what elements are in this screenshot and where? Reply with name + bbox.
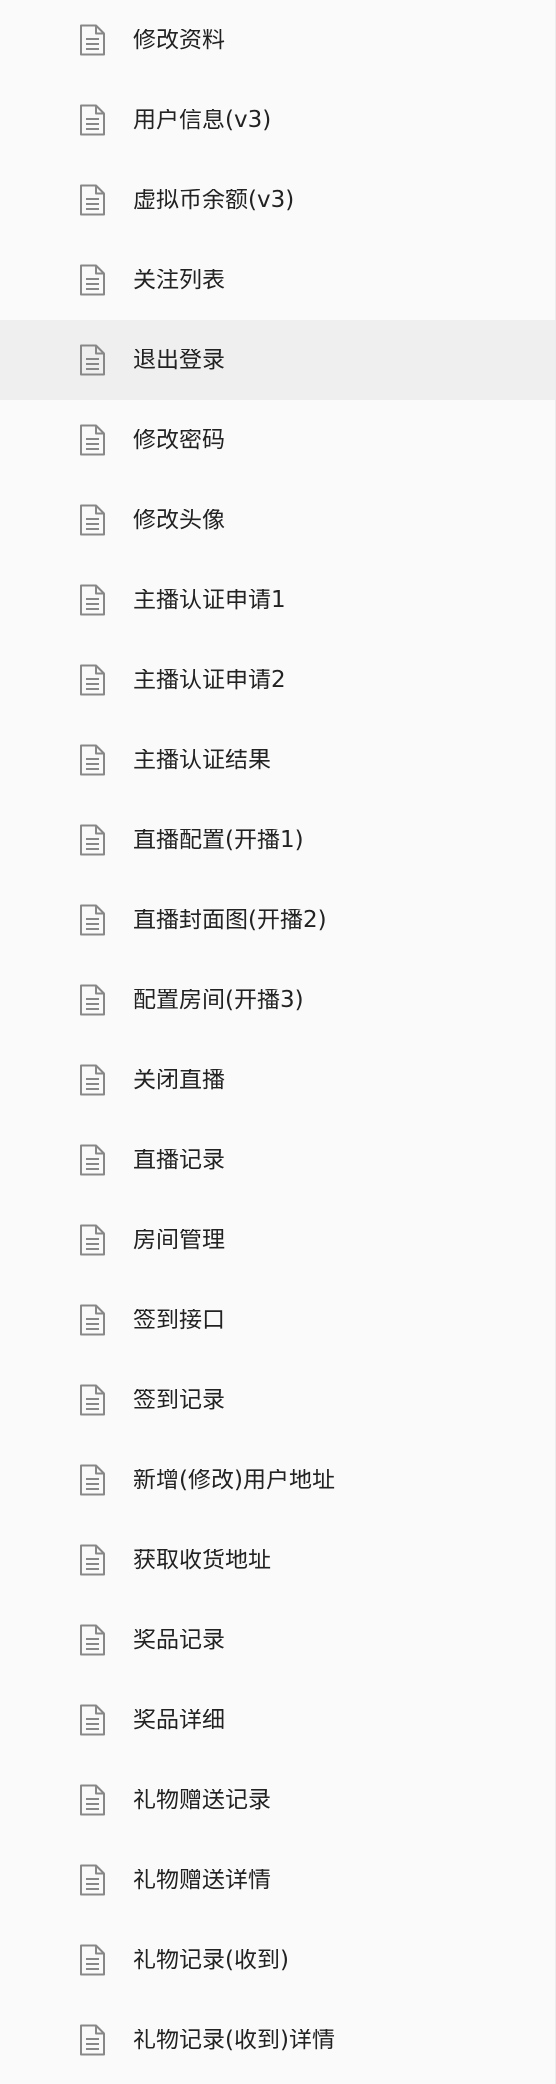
document-icon [80,1864,105,1896]
sidebar-item-label: 房间管理 [133,1228,225,1252]
sidebar-item-label: 用户信息(v3) [133,108,272,132]
document-icon [80,1464,105,1496]
sidebar-item-label: 直播记录 [133,1148,225,1172]
document-icon [80,1704,105,1736]
sidebar-item-anchor-cert-apply-1[interactable]: 主播认证申请1 [0,560,555,640]
sidebar-item-user-info-v3[interactable]: 用户信息(v3) [0,80,555,160]
document-icon [80,2024,105,2056]
sidebar-item-get-shipping-address[interactable]: 获取收货地址 [0,1520,555,1600]
document-icon [80,744,105,776]
document-icon [80,584,105,616]
document-icon [80,984,105,1016]
sidebar-item-edit-profile[interactable]: 修改资料 [0,0,555,80]
sidebar-item-live-cover-2[interactable]: 直播封面图(开播2) [0,880,555,960]
sidebar-item-label: 获取收货地址 [133,1548,271,1572]
document-icon [80,904,105,936]
sidebar-item-checkin-records[interactable]: 签到记录 [0,1360,555,1440]
document-icon [80,504,105,536]
sidebar-item-label: 礼物记录(收到) [133,1948,289,1972]
document-icon [80,664,105,696]
sidebar-item-label: 奖品详细 [133,1708,225,1732]
sidebar-item-label: 礼物赠送详情 [133,1868,271,1892]
document-icon [80,1944,105,1976]
sidebar-item-label: 主播认证结果 [133,748,271,772]
document-icon [80,1304,105,1336]
sidebar-item-close-live[interactable]: 关闭直播 [0,1040,555,1120]
sidebar-item-change-password[interactable]: 修改密码 [0,400,555,480]
sidebar-item-change-avatar[interactable]: 修改头像 [0,480,555,560]
document-icon [80,1144,105,1176]
document-icon [80,1064,105,1096]
sidebar-item-anchor-cert-result[interactable]: 主播认证结果 [0,720,555,800]
sidebar-item-label: 修改密码 [133,428,225,452]
sidebar-item-checkin-api[interactable]: 签到接口 [0,1280,555,1360]
sidebar-item-label: 修改头像 [133,508,225,532]
sidebar-item-label: 直播封面图(开播2) [133,908,327,932]
sidebar-item-label: 关闭直播 [133,1068,225,1092]
sidebar-item-label: 礼物赠送记录 [133,1788,271,1812]
sidebar-item-label: 签到接口 [133,1308,225,1332]
document-icon [80,264,105,296]
sidebar-item-label: 主播认证申请2 [133,668,286,692]
document-icon [80,1384,105,1416]
document-icon [80,24,105,56]
document-icon [80,344,105,376]
sidebar-item-live-config-1[interactable]: 直播配置(开播1) [0,800,555,880]
sidebar-item-add-edit-user-address[interactable]: 新增(修改)用户地址 [0,1440,555,1520]
document-icon [80,1544,105,1576]
document-icon [80,1784,105,1816]
sidebar-item-gift-send-details[interactable]: 礼物赠送详情 [0,1840,555,1920]
sidebar-item-prize-details[interactable]: 奖品详细 [0,1680,555,1760]
sidebar-item-virtual-coin-balance-v3[interactable]: 虚拟币余额(v3) [0,160,555,240]
sidebar-item-label: 主播认证申请1 [133,588,286,612]
sidebar-item-label: 虚拟币余额(v3) [133,188,295,212]
sidebar-item-room-management[interactable]: 房间管理 [0,1200,555,1280]
sidebar-item-label: 礼物记录(收到)详情 [133,2028,335,2052]
document-icon [80,1224,105,1256]
sidebar-item-label: 配置房间(开播3) [133,988,304,1012]
document-icon [80,1624,105,1656]
sidebar-item-follow-list[interactable]: 关注列表 [0,240,555,320]
document-icon [80,184,105,216]
sidebar-item-logout[interactable]: 退出登录 [0,320,555,400]
sidebar-item-gift-send-records[interactable]: 礼物赠送记录 [0,1760,555,1840]
api-doc-sidebar: 修改资料 用户信息(v3) 虚拟币余额(v3) 关注列表 退出登录 修改密码 修… [0,0,556,2084]
sidebar-item-label: 新增(修改)用户地址 [133,1468,335,1492]
sidebar-item-label: 修改资料 [133,28,225,52]
sidebar-item-label: 退出登录 [133,348,225,372]
document-icon [80,424,105,456]
sidebar-item-gift-received-records[interactable]: 礼物记录(收到) [0,1920,555,2000]
sidebar-item-label: 奖品记录 [133,1628,225,1652]
sidebar-item-label: 直播配置(开播1) [133,828,304,852]
sidebar-item-room-config-3[interactable]: 配置房间(开播3) [0,960,555,1040]
document-icon [80,104,105,136]
sidebar-item-prize-records[interactable]: 奖品记录 [0,1600,555,1680]
sidebar-item-live-records[interactable]: 直播记录 [0,1120,555,1200]
sidebar-item-label: 关注列表 [133,268,225,292]
sidebar-list: 修改资料 用户信息(v3) 虚拟币余额(v3) 关注列表 退出登录 修改密码 修… [0,0,555,2080]
sidebar-item-label: 签到记录 [133,1388,225,1412]
sidebar-item-gift-received-details[interactable]: 礼物记录(收到)详情 [0,2000,555,2080]
document-icon [80,824,105,856]
sidebar-item-anchor-cert-apply-2[interactable]: 主播认证申请2 [0,640,555,720]
